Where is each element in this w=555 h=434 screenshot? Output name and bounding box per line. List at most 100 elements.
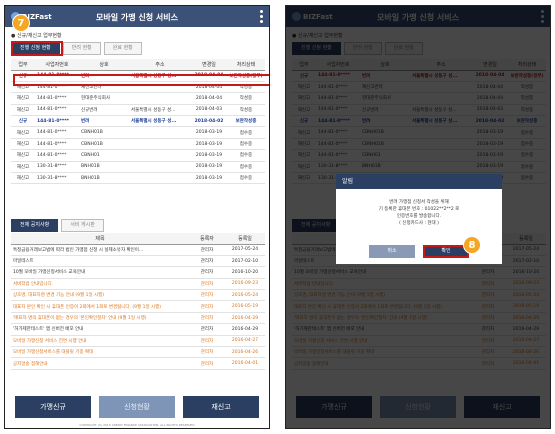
table-cell: 접수중: [227, 161, 265, 174]
new-franchise-button[interactable]: 가맹신규: [15, 396, 91, 418]
column-header: 처리상태: [227, 59, 265, 71]
re-report-button[interactable]: 재신고: [183, 396, 259, 418]
table-cell: 2018-03-19: [191, 126, 227, 139]
table-cell: '허가제한테스트' 앱 신버전 배포 안내: [11, 323, 189, 336]
table-cell: 2016-09-23: [225, 278, 265, 291]
table-cell: 관리자: [189, 255, 225, 268]
list-item[interactable]: 모바일 가맹신청서비스를 대블릿 기종 확대관리자2016-04-26: [11, 346, 265, 359]
table-cell: [129, 138, 191, 151]
table-cell: 재신고: [11, 138, 35, 151]
list-item[interactable]: '허가제한테스트' 앱 신버전 배포 안내관리자2016-04-29: [11, 323, 265, 336]
table-cell: 2016-04-26: [225, 346, 265, 359]
list-item[interactable]: 모바일 가맹신청 서비스 전면 시행 안내관리자2016-04-27: [11, 335, 265, 348]
table-cell: 모바일 가맹신청 서비스 전면 시행 안내: [11, 335, 189, 348]
column-header: 변경일: [191, 59, 227, 71]
table-cell: 관리자: [189, 266, 225, 279]
copyright: COPYRIGHT (C) 2015 CREDIT FINANCE ASSOCI…: [79, 423, 195, 427]
selected-row-highlight: [13, 74, 269, 86]
dialog-line: 번려 가맹점 신청서 작성을 위해: [389, 200, 449, 205]
table-cell: 2016-05-24: [225, 289, 265, 302]
step-marker-8: 8: [463, 236, 481, 254]
table-row[interactable]: 재신고144-81-0****CBNH01B 2018-03-19접수중: [11, 138, 265, 151]
table-cell: 상호명, 대표자명 변경 기능 안내 (9월 1일 시행): [11, 289, 189, 302]
list-item[interactable]: 서버작업 안내입니다.관리자2016-09-23: [11, 278, 265, 291]
table-row[interactable]: 재신고144-81-0****CBNH01B 2018-03-19접수중: [11, 126, 265, 139]
app-header: BIZFast 모바일 가맹 신청 서비스: [5, 6, 269, 27]
cancel-button[interactable]: 취소: [369, 245, 415, 258]
table-row[interactable]: 재신고130-31-8****BNH01B 2018-03-19접수중: [11, 172, 265, 185]
notice-tabs: 전체 공지사항 서비 게시판: [11, 219, 104, 232]
list-item[interactable]: 10월 모바일 가맹신청서비스 교육안내관리자2016-10-20: [11, 266, 265, 279]
table-cell: 작성중: [227, 104, 265, 117]
dialog-line: 기 등록한 휴대폰 번호 : 01022**2**2 로: [378, 207, 460, 212]
table-cell: 접수중: [227, 172, 265, 185]
app-title: 모바일 가맹 신청 서비스: [96, 13, 178, 22]
table-cell: [129, 161, 191, 174]
table-cell: 재신고: [11, 161, 35, 174]
section-title: ● 신규/재신고 업무현황: [11, 33, 62, 39]
table-row[interactable]: 재신고130-31-8****BNH01B 2018-03-19접수중: [11, 161, 265, 174]
table-cell: 관리자: [189, 323, 225, 336]
table-cell: 작성중: [227, 92, 265, 105]
table-cell: CBNH01B: [79, 126, 129, 139]
tab-completed[interactable]: 완료 현황: [103, 42, 142, 55]
table-cell: 재신고: [11, 149, 35, 162]
column-header: 상호: [79, 59, 129, 71]
phone-screen-right: BIZFast 모바일 가맹 신청 서비스 ● 신규/재신고 업무현황 진행 신…: [285, 5, 551, 429]
table-cell: 서울특별시 성동구 성...: [129, 104, 191, 117]
table-cell: 2018-04-02: [191, 115, 227, 128]
table-cell: 관리자: [189, 244, 225, 256]
table-cell: 관리자: [189, 300, 225, 313]
table-cell: CBNH01B: [79, 138, 129, 151]
table-cell: 2017-05-24: [225, 244, 265, 256]
table-cell: 특정금융거래보고법에 따라 법인 가맹점 신청 시 실제소유자 확인이...: [11, 244, 189, 256]
table-cell: BNH01B: [79, 172, 129, 185]
column-header: 주소: [129, 59, 191, 71]
list-item[interactable]: 상호명, 대표자명 변경 기능 안내 (9월 1일 시행)관리자2016-05-…: [11, 289, 265, 302]
table-row[interactable]: 재신고144-81-0****CBNH01 2018-03-19접수중: [11, 149, 265, 162]
list-item[interactable]: 특정금융거래보고법에 따라 법인 가맹점 신청 시 실제소유자 확인이...관리…: [11, 244, 265, 256]
dialog-line: ( 신청카드사 : 현대 ): [399, 221, 439, 226]
column-header: 제목: [11, 233, 189, 245]
table-cell: 대표자 본인 확인 시 휴대폰 인증이 2회에서 1회로 변경됩니다. (9월 …: [11, 300, 189, 313]
application-status-button[interactable]: 신청현황: [99, 396, 175, 418]
more-menu-icon[interactable]: [260, 10, 263, 23]
list-item[interactable]: 마일테스트관리자2017-02-10: [11, 255, 265, 268]
table-cell: 보완작성중: [227, 115, 265, 128]
table-cell: 공지알송 점해안내: [11, 357, 189, 370]
table-cell: 2016-04-01: [225, 357, 265, 370]
table-cell: 서버작업 안내입니다.: [11, 278, 189, 291]
table-cell: 2018-03-19: [191, 149, 227, 162]
column-header: 등록자: [189, 233, 225, 245]
dialog-title: 알림: [336, 174, 502, 189]
table-cell: 번려: [79, 115, 129, 128]
table-cell: 2018-03-19: [191, 172, 227, 185]
tab-all-notices[interactable]: 전체 공지사항: [11, 219, 59, 232]
table-cell: 관리자: [189, 335, 225, 348]
step-marker-7: 7: [12, 14, 30, 32]
table-cell: 재신고: [11, 172, 35, 185]
table-row[interactable]: 재신고144-81-0****신규번려서울특별시 성동구 성...2018-04…: [11, 104, 265, 117]
table-cell: 130-31-8****: [35, 161, 79, 174]
table-cell: 모바일 가맹신청서비스를 대블릿 기종 확대: [11, 346, 189, 359]
list-item[interactable]: 대표자 본인 확인 시 휴대폰 인증이 2회에서 1회로 변경됩니다. (9월 …: [11, 300, 265, 313]
dialog-line: 인증번호를 발송합니다.: [396, 214, 442, 219]
table-cell: CBNH01: [79, 149, 129, 162]
confirm-button[interactable]: 확인: [423, 245, 469, 258]
table-row[interactable]: 재신고144-81-0****현대준주식회사 2018-04-04작성중: [11, 92, 265, 105]
phone-screen-left: BIZFast 모바일 가맹 신청 서비스 ● 신규/재신고 업무현황 진행 신…: [4, 5, 270, 429]
table-cell: 2016-04-29: [225, 323, 265, 336]
table-cell: 마일테스트: [11, 255, 189, 268]
list-item[interactable]: 공지알송 점해안내관리자2016-04-01: [11, 357, 265, 370]
column-header: 등록일: [225, 233, 265, 245]
table-cell: [129, 92, 191, 105]
table-cell: 신규번려: [79, 104, 129, 117]
table-cell: 2018-04-03: [191, 104, 227, 117]
table-cell: 144-81-0****: [35, 126, 79, 139]
table-cell: 144-81-0****: [35, 138, 79, 151]
tab-service-board[interactable]: 서비 게시판: [61, 219, 104, 232]
tab-rejected[interactable]: 반려 현황: [62, 42, 101, 55]
table-row[interactable]: 신규144-81-0****번려서울특별시 성동구 성...2018-04-02…: [11, 115, 265, 128]
table-cell: 관리자: [189, 357, 225, 370]
list-item[interactable]: '매표자 명의 휴대폰이 없는 경우의 '본인확인절차' 안내 (9월 1일 시…: [11, 312, 265, 325]
